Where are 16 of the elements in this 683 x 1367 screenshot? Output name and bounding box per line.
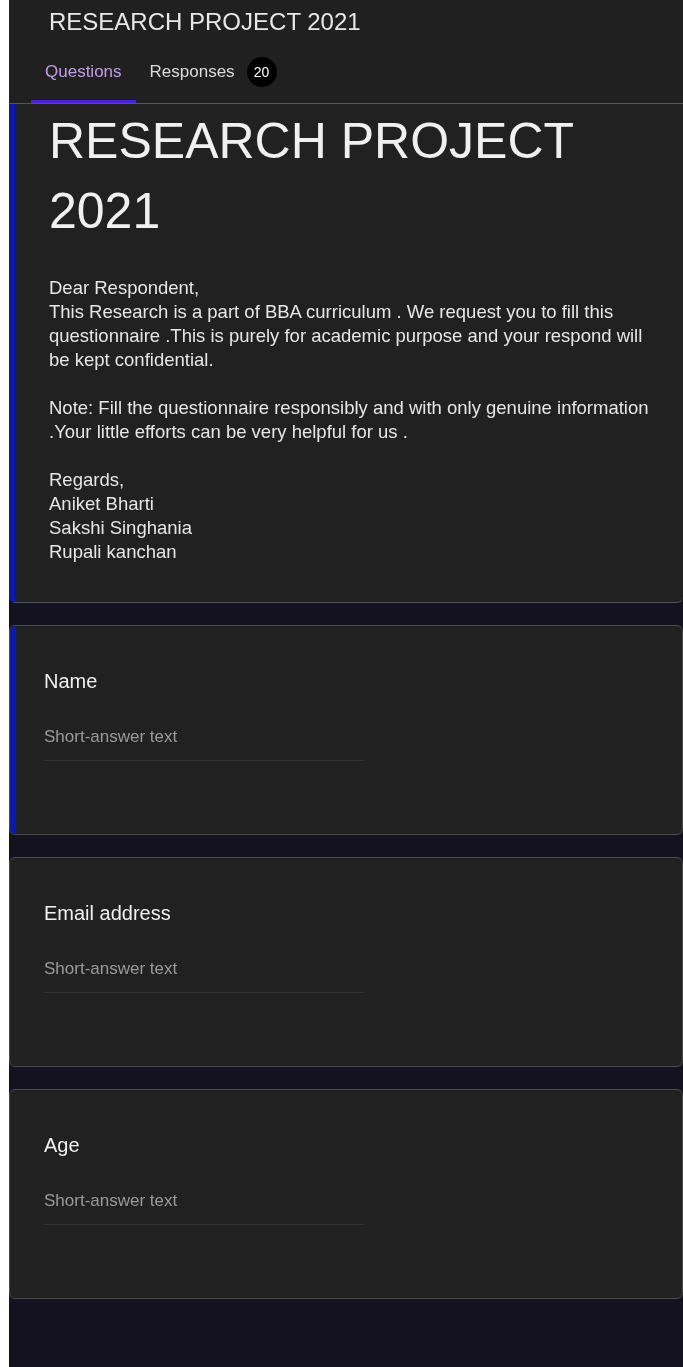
answer-field[interactable]: Short-answer text: [44, 724, 364, 761]
description-paragraph: Regards, Aniket Bharti Sakshi Singhania Rupali kanchan: [49, 468, 193, 564]
description-paragraph: Dear Respondent, This Research is a part of BBA curriculum . We request you to fill this questionnaire .This is purely for academic purpose and your respond will be kept confidential.: [49, 276, 644, 372]
question-card[interactable]: Name Short-answer text: [9, 625, 683, 835]
description-paragraph: Note: Fill the questionnaire responsibly and with only genuine information .Your little efforts can be very helpful for us .: [49, 396, 650, 444]
question-title: Email address: [44, 901, 172, 926]
question-card[interactable]: Email address Short-answer text: [9, 857, 683, 1067]
tab[interactable]: Responses 20: [135, 44, 291, 103]
answer-field[interactable]: Short-answer text: [44, 956, 364, 993]
form-title: RESEARCH PROJECT 2021: [49, 112, 575, 241]
question-title: Name: [44, 669, 99, 694]
app-title: RESEARCH PROJECT 2021: [48, 7, 362, 37]
question-title: Age: [44, 1133, 81, 1158]
count-badge: 20: [246, 57, 277, 87]
answer-field[interactable]: Short-answer text: [44, 1188, 364, 1225]
question-card[interactable]: Age Short-answer text: [9, 1089, 683, 1299]
